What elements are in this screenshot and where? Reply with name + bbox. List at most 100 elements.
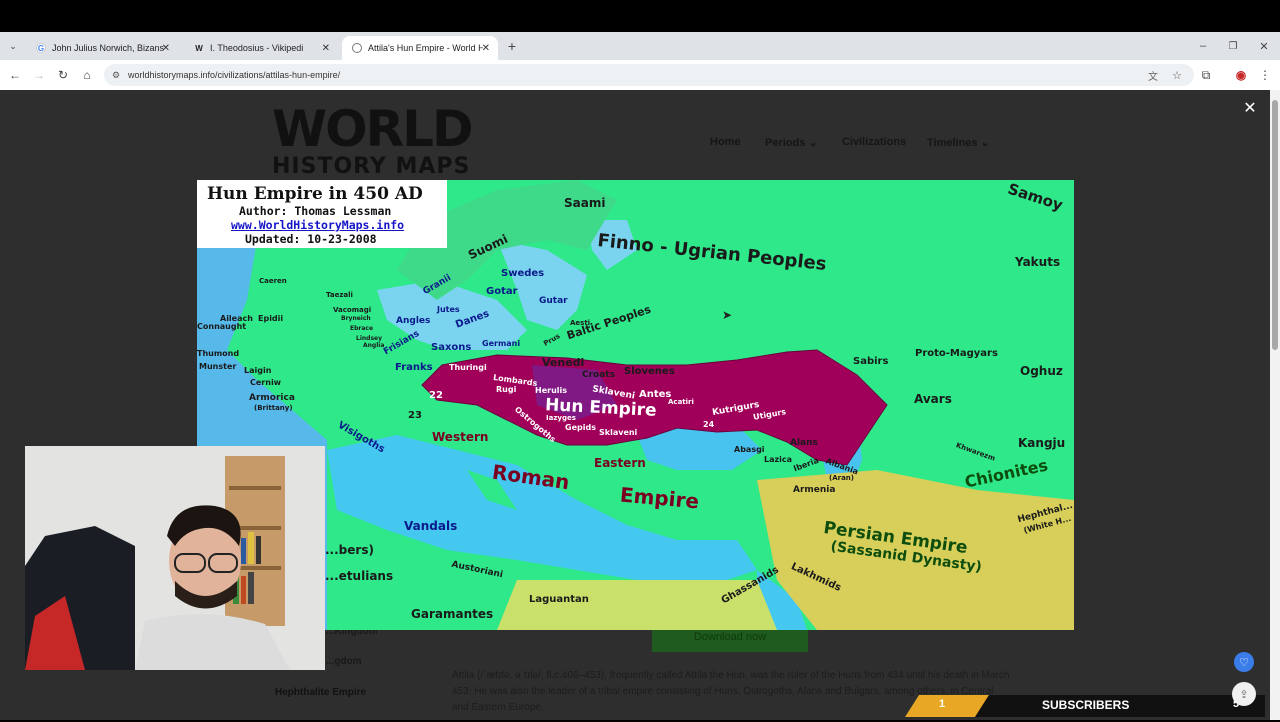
label-lindsey: Lindsey	[356, 335, 382, 342]
label-acatiri: Acatiri	[668, 398, 694, 406]
tab-close-icon[interactable]: ✕	[482, 43, 490, 54]
nav-timelines[interactable]: Timelines ⌄	[927, 136, 990, 149]
extensions-icon[interactable]: ⧉	[1197, 66, 1215, 84]
label-iazyges: Iazyges	[546, 414, 576, 422]
tab-title: Attila's Hun Empire - World His...	[368, 43, 483, 53]
mouse-cursor-icon: ➤	[722, 308, 733, 322]
tab-attila[interactable]: Attila's Hun Empire - World His... ✕	[342, 36, 498, 60]
label-armenia: Armenia	[793, 485, 836, 495]
label-lazica: Lazica	[764, 455, 793, 464]
maximize-icon[interactable]: ❐	[1224, 37, 1242, 55]
page-scrollbar[interactable]	[1270, 90, 1280, 720]
sidebar-link-hephthalite[interactable]: Hephthalite Empire	[275, 687, 366, 698]
label-sklaveni-south: Sklaveni	[599, 428, 638, 437]
lightbox-close-icon[interactable]: ✕	[1240, 98, 1260, 118]
label-sabirs: Sabirs	[853, 356, 889, 367]
subscriber-count-left: 1	[939, 698, 946, 710]
screen-top-bar	[0, 0, 1280, 32]
label-23: 23	[408, 410, 422, 421]
subscriber-label: SUBSCRIBERS	[1042, 698, 1130, 712]
label-venedi: Venedi	[542, 356, 585, 369]
label-aran: (Aran)	[829, 474, 854, 482]
forward-icon[interactable]: →	[30, 66, 48, 84]
label-24: 24	[703, 420, 715, 429]
label-angles: Angles	[396, 316, 431, 326]
label-taezali: Taezali	[326, 291, 353, 299]
label-jutes: Jutes	[437, 305, 460, 314]
bookmark-star-icon[interactable]: ☆	[1172, 69, 1182, 82]
tab-list-chevron-icon[interactable]: ⌄	[4, 37, 22, 55]
label-cerniw: Cerniw	[250, 378, 282, 387]
minimize-icon[interactable]: –	[1194, 37, 1212, 55]
wikipedia-icon: W	[195, 43, 203, 53]
label-swedes: Swedes	[501, 268, 545, 279]
label-armorica: Armorica	[249, 393, 295, 403]
site-logo[interactable]: WORLD HISTORY MAPS	[272, 104, 482, 184]
new-tab-icon[interactable]: +	[503, 37, 521, 55]
reload-icon[interactable]: ↻	[54, 66, 72, 84]
map-title: Hun Empire in 450 AD	[207, 184, 423, 204]
label-saxons: Saxons	[431, 342, 472, 353]
label-rugi: Rugi	[496, 385, 517, 394]
webcam-overlay	[25, 446, 325, 670]
label-antes: Antes	[639, 389, 672, 400]
label-abasgi: Abasgi	[734, 445, 765, 454]
share-icon[interactable]: ⇪	[1232, 682, 1256, 706]
label-ebrace: Ebrace	[350, 325, 374, 332]
label-laigin: Laigin	[244, 366, 272, 375]
nav-civilizations[interactable]: Civilizations	[842, 136, 906, 148]
subscriber-counter: 1 SUBSCRIBERS 5	[905, 695, 1265, 717]
webcam-feed-graphic	[25, 446, 325, 670]
label-thuringi: Thuringi	[449, 363, 487, 372]
label-gutar: Gutar	[539, 296, 568, 306]
tab-theodosius[interactable]: W I. Theodosius - Vikipedi ✕	[184, 36, 338, 60]
label-connaught: Connaught	[197, 322, 247, 331]
tab-title: John Julius Norwich, Bizans I Er...	[52, 43, 167, 53]
site-info-icon[interactable]: ⚙	[112, 70, 120, 81]
label-herulis: Herulis	[535, 386, 568, 395]
label-anglia: Anglia	[363, 342, 385, 349]
label-saami: Saami	[564, 196, 606, 210]
tab-title: I. Theodosius - Vikipedi	[210, 43, 304, 53]
heart-icon[interactable]: ♡	[1234, 652, 1254, 672]
label-bryneich: Bryneich	[341, 315, 371, 322]
tab-norwich[interactable]: G John Julius Norwich, Bizans I Er... ✕	[26, 36, 178, 60]
label-munster: Munster	[199, 362, 237, 371]
back-icon[interactable]: ←	[6, 66, 24, 84]
label-gepids: Gepids	[565, 423, 596, 432]
menu-icon[interactable]: ⋮	[1256, 66, 1274, 84]
label-eastern: Eastern	[594, 456, 646, 470]
tab-strip: ⌄ G John Julius Norwich, Bizans I Er... …	[0, 32, 1280, 60]
label-getulians: ...etulians	[325, 569, 394, 583]
translate-icon[interactable]: 文	[1148, 68, 1158, 83]
label-yakuts: Yakuts	[1015, 255, 1061, 269]
globe-icon	[352, 43, 362, 53]
nav-home[interactable]: Home	[710, 136, 741, 148]
label-proto-magyars: Proto-Magyars	[915, 348, 998, 359]
label-caeren: Caeren	[259, 277, 287, 285]
map-title-box: Hun Empire in 450 AD Author: Thomas Less…	[197, 180, 447, 248]
nav-periods[interactable]: Periods ⌄	[765, 136, 818, 149]
tab-close-icon[interactable]: ✕	[322, 43, 330, 54]
home-icon[interactable]: ⌂	[78, 66, 96, 84]
label-gotar: Gotar	[486, 286, 518, 297]
label-brittany: (Brittany)	[254, 404, 293, 412]
scrollbar-thumb[interactable]	[1272, 100, 1278, 350]
label-22: 22	[429, 390, 443, 401]
label-franks: Franks	[395, 362, 433, 373]
window-close-icon[interactable]: ✕	[1255, 37, 1273, 55]
map-website[interactable]: www.WorldHistoryMaps.info	[231, 218, 447, 232]
sidebar-link-gdom[interactable]: ...gdom	[326, 656, 362, 667]
address-bar[interactable]: ⚙ worldhistorymaps.info/civilizations/at…	[104, 64, 1194, 86]
hun-empire-map: Hun Empire in 450 AD Author: Thomas Less…	[197, 180, 1074, 630]
label-slovenes: Slovenes	[624, 366, 675, 377]
label-laguantan: Laguantan	[529, 594, 589, 605]
label-vacomagi: Vacomagi	[333, 306, 372, 314]
label-avars: Avars	[914, 392, 952, 406]
profile-icon[interactable]: ◉	[1232, 66, 1250, 84]
label-alans: Alans	[790, 438, 818, 448]
google-icon: G	[36, 43, 46, 53]
label-berbers: ...bers)	[325, 543, 374, 557]
label-epidii: Epidii	[258, 314, 284, 323]
tab-close-icon[interactable]: ✕	[162, 43, 170, 54]
